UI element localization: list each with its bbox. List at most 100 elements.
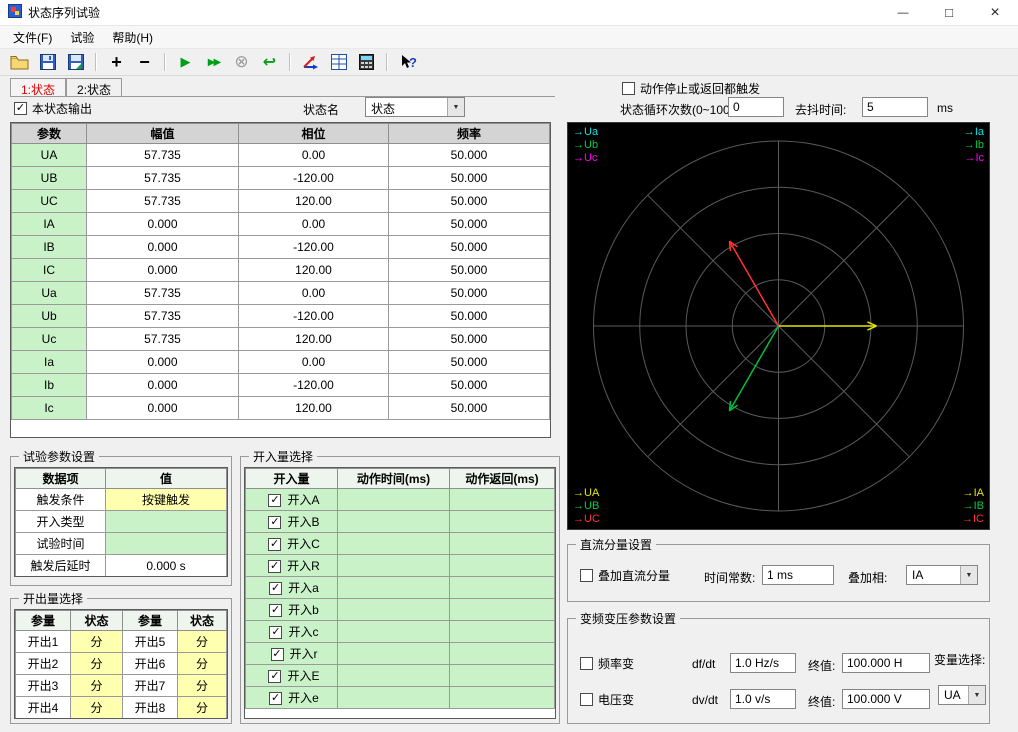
action-return-cell[interactable] (450, 621, 555, 643)
action-return-cell[interactable] (450, 687, 555, 709)
chevron-down-icon[interactable] (447, 98, 464, 116)
dfdt-input[interactable] (730, 653, 796, 673)
dvdt-input[interactable] (730, 689, 796, 709)
test-param-value[interactable]: 0.000 s (106, 555, 227, 577)
param-value-cell[interactable]: 50.000 (389, 144, 550, 167)
state-name-select[interactable]: 状态 (365, 97, 465, 117)
param-value-cell[interactable]: 120.00 (239, 397, 389, 420)
dc-phase-select[interactable]: IA (906, 565, 978, 585)
action-time-cell[interactable] (338, 533, 450, 555)
param-value-cell[interactable]: 50.000 (389, 282, 550, 305)
save-button[interactable] (36, 51, 59, 73)
param-value-cell[interactable]: -120.00 (239, 167, 389, 190)
param-value-cell[interactable]: -120.00 (239, 305, 389, 328)
save-report-button[interactable] (64, 51, 87, 73)
checkbox-icon[interactable] (580, 693, 593, 706)
action-time-cell[interactable] (338, 665, 450, 687)
param-value-cell[interactable]: 50.000 (389, 328, 550, 351)
output-state-cell[interactable]: 分 (71, 653, 123, 675)
add-state-button[interactable] (105, 51, 128, 73)
action-time-cell[interactable] (338, 555, 450, 577)
input-checkbox[interactable]: ✓ (269, 604, 282, 617)
input-checkbox[interactable]: ✓ (269, 692, 282, 705)
stop-test-button[interactable] (230, 51, 253, 73)
maximize-button[interactable] (926, 0, 972, 25)
param-value-cell[interactable]: 57.735 (87, 282, 239, 305)
param-value-cell[interactable]: 57.735 (87, 328, 239, 351)
input-checkbox[interactable]: ✓ (268, 516, 281, 529)
test-param-value[interactable] (106, 533, 227, 555)
continue-test-button[interactable] (202, 51, 225, 73)
context-help-button[interactable]: ? (396, 51, 419, 73)
open-file-button[interactable] (8, 51, 31, 73)
action-return-cell[interactable] (450, 555, 555, 577)
action-return-cell[interactable] (450, 665, 555, 687)
output-state-cell[interactable]: 分 (178, 653, 227, 675)
action-return-cell[interactable] (450, 533, 555, 555)
param-value-cell[interactable]: 50.000 (389, 397, 550, 420)
action-time-cell[interactable] (338, 643, 450, 665)
output-state-cell[interactable]: 分 (178, 697, 227, 719)
param-value-cell[interactable]: 120.00 (239, 328, 389, 351)
param-value-cell[interactable]: 120.00 (239, 259, 389, 282)
test-param-value[interactable] (106, 511, 227, 533)
close-button[interactable] (972, 0, 1018, 25)
param-value-cell[interactable]: 0.000 (87, 213, 239, 236)
action-return-cell[interactable] (450, 489, 555, 511)
debounce-input[interactable] (862, 97, 928, 117)
output-name-cell[interactable]: 开出3 (16, 675, 71, 697)
param-value-cell[interactable]: 50.000 (389, 190, 550, 213)
calculator-button[interactable] (355, 51, 378, 73)
output-state-cell[interactable]: 分 (71, 675, 123, 697)
param-value-cell[interactable]: 120.00 (239, 190, 389, 213)
loop-count-input[interactable] (728, 97, 784, 117)
action-return-cell[interactable] (450, 599, 555, 621)
input-checkbox[interactable]: ✓ (269, 626, 282, 639)
param-value-cell[interactable]: 50.000 (389, 259, 550, 282)
action-return-cell[interactable] (450, 577, 555, 599)
param-value-cell[interactable]: 0.000 (87, 397, 239, 420)
test-param-value[interactable]: 按键触发 (106, 489, 227, 511)
input-checkbox[interactable]: ✓ (268, 494, 281, 507)
data-edit-button[interactable] (327, 51, 350, 73)
menu-file[interactable]: 文件(F) (4, 27, 61, 48)
output-state-cell[interactable]: 分 (71, 697, 123, 719)
param-value-cell[interactable]: 50.000 (389, 236, 550, 259)
input-checkbox[interactable]: ✓ (268, 560, 281, 573)
param-value-cell[interactable]: 0.00 (239, 144, 389, 167)
param-value-cell[interactable]: 57.735 (87, 144, 239, 167)
output-name-cell[interactable]: 开出2 (16, 653, 71, 675)
param-value-cell[interactable]: 50.000 (389, 213, 550, 236)
menu-help[interactable]: 帮助(H) (103, 27, 162, 48)
action-time-cell[interactable] (338, 599, 450, 621)
output-state-cell[interactable]: 分 (71, 631, 123, 653)
action-time-cell[interactable] (338, 577, 450, 599)
input-checkbox[interactable]: ✓ (268, 670, 281, 683)
output-name-cell[interactable]: 开出8 (123, 697, 178, 719)
output-name-cell[interactable]: 开出4 (16, 697, 71, 719)
param-value-cell[interactable]: 0.00 (239, 213, 389, 236)
action-time-cell[interactable] (338, 621, 450, 643)
tab-state-1[interactable]: 1:状态 (10, 78, 66, 96)
state-output-checkbox[interactable]: ✓本状态输出 (14, 100, 92, 117)
input-checkbox[interactable]: ✓ (268, 538, 281, 551)
action-return-cell[interactable] (450, 511, 555, 533)
param-value-cell[interactable]: -120.00 (239, 374, 389, 397)
input-checkbox[interactable]: ✓ (271, 648, 284, 661)
output-name-cell[interactable]: 开出5 (123, 631, 178, 653)
param-value-cell[interactable]: 50.000 (389, 305, 550, 328)
param-value-cell[interactable]: 0.000 (87, 236, 239, 259)
param-value-cell[interactable]: 0.00 (239, 351, 389, 374)
phasor-view-button[interactable] (299, 51, 322, 73)
param-value-cell[interactable]: 0.00 (239, 282, 389, 305)
action-trigger-checkbox[interactable]: 动作停止或返回都触发 (622, 80, 760, 97)
checkbox-icon[interactable] (622, 82, 635, 95)
input-checkbox[interactable]: ✓ (269, 582, 282, 595)
minimize-button[interactable] (880, 0, 926, 25)
var-select[interactable]: UA (938, 685, 986, 705)
output-name-cell[interactable]: 开出7 (123, 675, 178, 697)
checkbox-icon[interactable] (580, 657, 593, 670)
param-value-cell[interactable]: 0.000 (87, 374, 239, 397)
start-test-button[interactable] (174, 51, 197, 73)
action-time-cell[interactable] (338, 511, 450, 533)
